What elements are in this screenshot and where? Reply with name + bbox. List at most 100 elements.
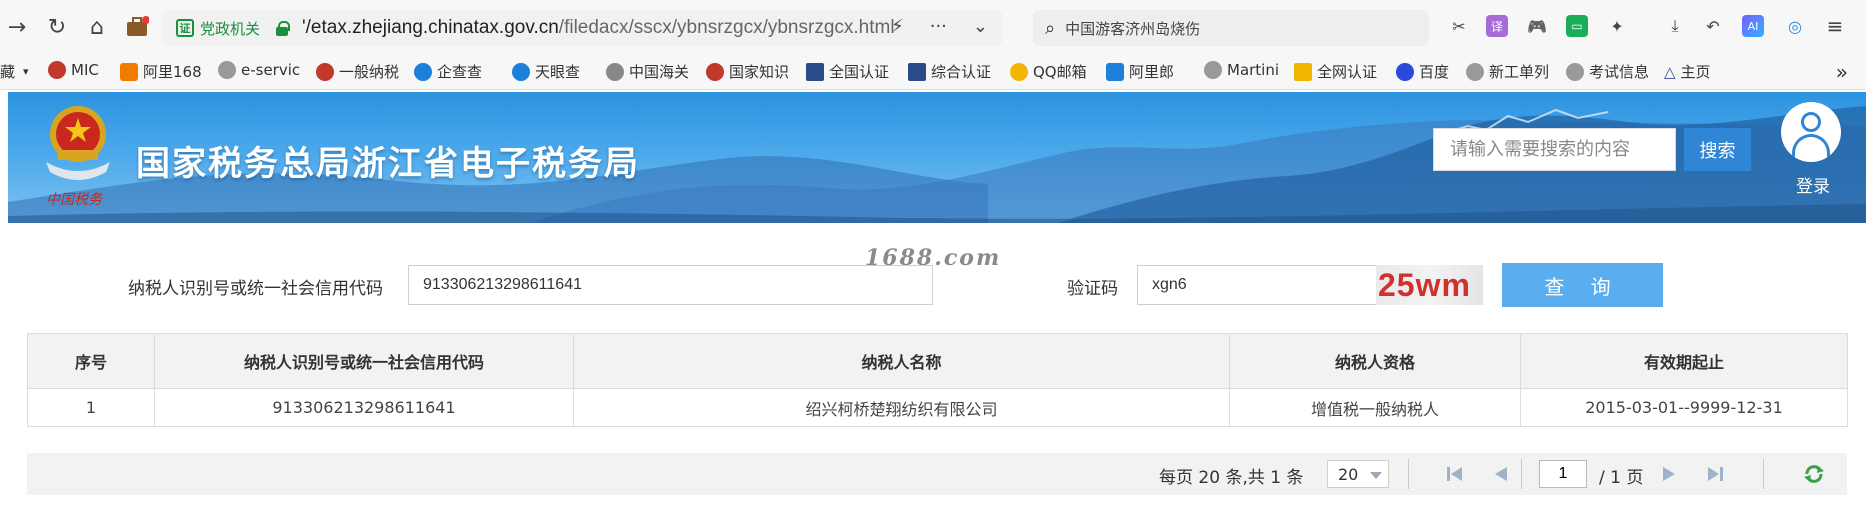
bookmark-label: QQ邮箱 [1033, 63, 1087, 81]
bookmark-favicon-icon [1294, 62, 1312, 81]
captcha-label: 验证码 [1067, 279, 1118, 299]
pagination-bar: 每页 20 条,共 1 条 20 / 1 页 [27, 453, 1847, 495]
table-row[interactable]: 1 913306213298611641 绍兴柯桥楚翔纺织有限公司 增值税一般纳… [27, 388, 1848, 427]
current-page-input[interactable] [1539, 460, 1587, 488]
browser-toolbar: → ↻ ⌂ 证 党政机关 '/etax.zhejiang.chinatax.go… [0, 0, 1866, 54]
bookmark-favicon-icon [606, 62, 624, 81]
bookmark-item[interactable]: △ 主页 [1664, 61, 1711, 82]
separator [1521, 459, 1522, 489]
table-cell: 2015-03-01--9999-12-31 [1520, 388, 1848, 427]
reload-icon[interactable]: ↻ [42, 12, 72, 42]
bookmark-item[interactable]: 百度 [1396, 61, 1449, 82]
column-header: 纳税人资格 [1229, 333, 1521, 389]
bookmark-item[interactable]: e-servic [218, 61, 300, 79]
browser-logo-icon[interactable]: ◎ [1784, 15, 1806, 37]
bookmark-item[interactable]: 综合认证 [908, 61, 991, 82]
bookmark-label: 阿里郎 [1129, 63, 1175, 81]
column-header: 纳税人名称 [573, 333, 1230, 389]
bookmark-item[interactable]: 天眼查 [512, 61, 580, 82]
captcha-image[interactable]: 25wm [1376, 265, 1483, 305]
translate-icon[interactable]: 译 [1486, 15, 1508, 37]
browser-search-box[interactable]: ⌕ [1033, 10, 1429, 46]
globe-icon [1466, 62, 1484, 81]
address-badge-label: 党政机关 [200, 19, 261, 38]
next-page-icon[interactable] [1659, 466, 1679, 482]
bookmark-label: 百度 [1419, 63, 1450, 81]
bookmark-item[interactable]: 阿里郎 [1106, 61, 1174, 82]
query-button[interactable]: 查 询 [1502, 263, 1663, 307]
forward-icon[interactable]: → [2, 12, 32, 42]
address-badge: 证 党政机关 [176, 18, 260, 39]
column-header: 纳税人识别号或统一社会信用代码 [154, 333, 574, 389]
bookmark-item[interactable]: 藏 ▾ [0, 61, 29, 82]
gamepad-icon[interactable]: 🎮 [1526, 15, 1548, 37]
puzzle-icon[interactable]: ✦ [1606, 15, 1628, 37]
browser-search-input[interactable] [1065, 19, 1406, 37]
captcha-image-text: 25wm [1378, 266, 1471, 303]
paw-icon [1396, 62, 1414, 81]
bookmark-item[interactable]: 中国海关 [606, 61, 689, 82]
bookmark-label: 新工单列 [1489, 63, 1550, 81]
first-page-icon[interactable] [1445, 466, 1465, 482]
bookmark-label: e-servic [241, 61, 301, 79]
bookmark-favicon-icon [48, 61, 66, 79]
bookmark-favicon-icon [316, 62, 334, 81]
bookmark-item[interactable]: 考试信息 [1566, 61, 1649, 82]
refresh-icon[interactable] [1803, 465, 1825, 483]
bookmark-item[interactable]: 全网认证 [1294, 61, 1377, 82]
bookmark-favicon-icon [706, 62, 724, 81]
previous-page-icon[interactable] [1491, 466, 1511, 482]
triangle-icon: △ [1664, 62, 1676, 81]
bookmark-item[interactable]: 一般纳税 [316, 61, 399, 82]
site-search-button[interactable]: 搜索 [1684, 128, 1751, 171]
search-icon: ⌕ [1045, 17, 1056, 39]
bookmark-item[interactable]: 新工单列 [1466, 61, 1549, 82]
site-banner: 中国税务 国家税务总局浙江省电子税务局 搜索 登录 [8, 92, 1866, 223]
site-title: 国家税务总局浙江省电子税务局 [136, 144, 640, 184]
more-dots-icon[interactable]: ··· [930, 16, 947, 37]
page-size-select[interactable]: 20 [1327, 460, 1389, 488]
bookmark-label: 一般纳税 [339, 63, 400, 81]
bookmark-item[interactable]: 阿里168 [120, 61, 202, 82]
certificate-icon: 证 [176, 19, 194, 37]
captcha-input[interactable] [1137, 265, 1377, 305]
bookmark-label: 阿里168 [143, 63, 202, 81]
briefcase-icon[interactable] [122, 12, 152, 42]
globe-icon [218, 61, 236, 79]
url-text[interactable]: '/etax.zhejiang.chinatax.gov.cn/filedacx… [302, 17, 895, 39]
url-domain: '/etax.zhejiang.chinatax.gov.cn [302, 17, 559, 38]
bookmark-item[interactable]: Martini [1204, 61, 1279, 79]
bookmark-item[interactable]: 全国认证 [806, 61, 889, 82]
ai-icon[interactable]: AI [1742, 15, 1764, 37]
site-search-input[interactable] [1433, 128, 1676, 171]
bookmark-item[interactable]: QQ邮箱 [1010, 61, 1087, 82]
table-header-row: 序号 纳税人识别号或统一社会信用代码 纳税人名称 纳税人资格 有效期起止 [27, 333, 1848, 389]
separator [1408, 459, 1409, 489]
menu-icon[interactable]: ≡ [1824, 14, 1846, 38]
taxpayer-id-input[interactable] [408, 265, 933, 305]
table-cell: 913306213298611641 [154, 388, 574, 427]
chevron-down-icon[interactable]: ⌄ [973, 16, 988, 37]
undo-icon[interactable]: ↶ [1702, 15, 1724, 37]
lightning-icon[interactable]: ⚡ [891, 16, 904, 37]
scissors-icon[interactable]: ✂ [1448, 15, 1470, 37]
login-link[interactable]: 登录 [1796, 172, 1830, 197]
home-icon[interactable]: ⌂ [82, 12, 112, 42]
download-icon[interactable]: ⤓ [1664, 15, 1686, 37]
page-size-value: 20 [1338, 464, 1359, 484]
bookmark-item[interactable]: 企查查 [414, 61, 482, 82]
bookmarks-overflow-icon[interactable]: » [1836, 60, 1848, 84]
bookmark-item[interactable]: 国家知识 [706, 61, 789, 82]
caret-down-icon: ▾ [23, 65, 29, 78]
results-table: 序号 纳税人识别号或统一社会信用代码 纳税人名称 纳税人资格 有效期起止 1 9… [27, 333, 1848, 427]
bookmark-item[interactable]: MIC [48, 61, 99, 79]
page-summary: 每页 20 条,共 1 条 [1159, 468, 1304, 488]
last-page-icon[interactable] [1705, 466, 1725, 482]
bookmark-favicon-icon [806, 62, 824, 81]
address-bar[interactable]: 证 党政机关 '/etax.zhejiang.chinatax.gov.cn/f… [162, 10, 1002, 46]
bookmark-label: 综合认证 [931, 63, 992, 81]
user-avatar-icon[interactable] [1781, 102, 1841, 162]
reader-icon[interactable]: ▭ [1566, 15, 1588, 37]
caret-down-icon [1370, 472, 1382, 479]
bookmark-label: 藏 [0, 63, 16, 81]
